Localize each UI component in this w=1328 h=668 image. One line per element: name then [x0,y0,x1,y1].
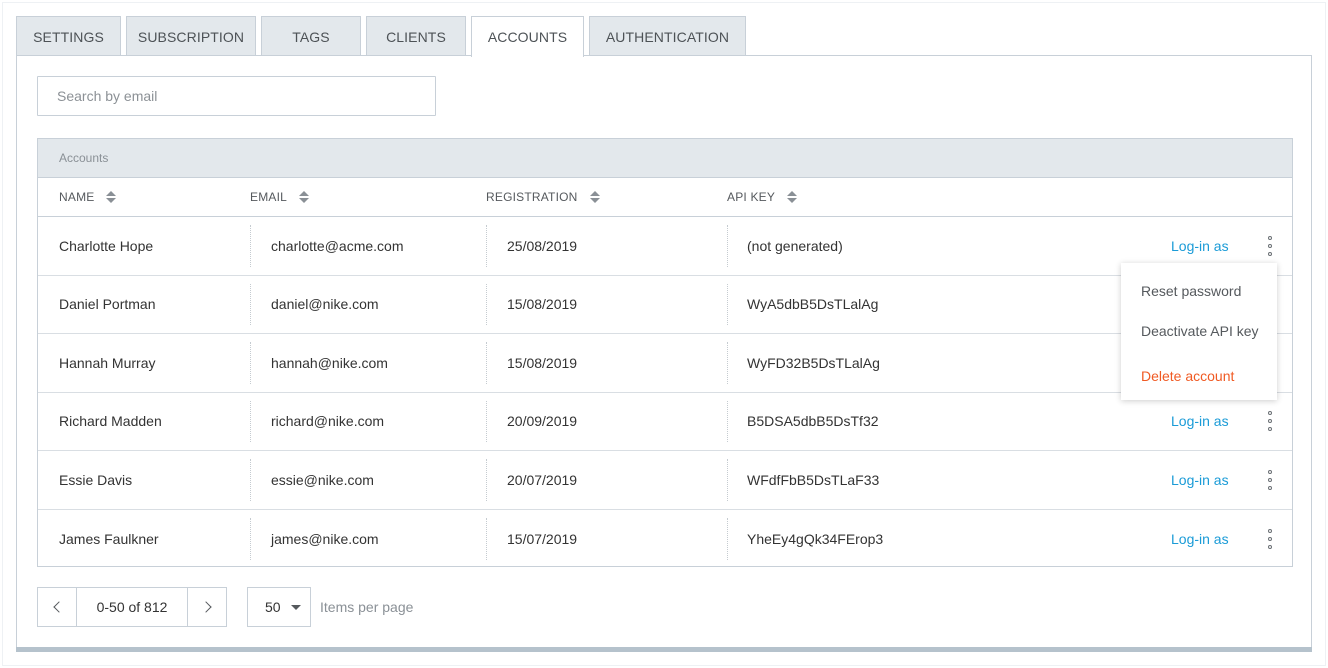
cell-email: daniel@nike.com [250,276,379,334]
items-per-page-label: Items per page [320,599,414,615]
caret-down-icon [290,604,301,610]
cell-email: hannah@nike.com [250,334,388,392]
cell-name: Richard Madden [59,413,162,430]
pagination: 0-50 of 812 [37,587,227,627]
accounts-table: Accounts NAME EMAIL REGISTRATION API KEY [37,138,1293,567]
menu-item-deactivate-api-key[interactable]: Deactivate API key [1121,311,1277,351]
sort-icon[interactable] [106,191,117,203]
cell-name: Daniel Portman [59,296,156,313]
cell-name: Charlotte Hope [59,237,154,254]
more-options-icon[interactable] [1260,468,1280,492]
column-header-label: REGISTRATION [486,190,578,204]
cell-registration: 20/09/2019 [486,393,577,451]
panel-bottom-bar [16,647,1312,652]
cell-registration: 15/07/2019 [486,510,577,569]
cell-registration: 15/08/2019 [486,276,577,334]
table-row: Charlotte Hope charlotte@acme.com 25/08/… [38,217,1292,276]
cell-api-key: WFdfFbB5DsTLaF33 [727,451,879,509]
cell-email: richard@nike.com [250,393,384,451]
table-row: Hannah Murray hannah@nike.com 15/08/2019… [38,334,1292,393]
login-as-link[interactable]: Log-in as [1171,451,1229,509]
column-header-name[interactable]: NAME [59,178,117,216]
cell-name: James Faulkner [59,530,159,547]
more-options-icon[interactable] [1260,527,1280,551]
column-header-email[interactable]: EMAIL [250,178,310,216]
next-page-button[interactable] [187,588,226,626]
chevron-left-icon [52,601,65,613]
menu-item-delete-account[interactable]: Delete account [1121,351,1277,395]
sort-icon[interactable] [299,191,310,203]
table-row: Richard Madden richard@nike.com 20/09/20… [38,393,1292,451]
column-header-registration[interactable]: REGISTRATION [486,178,600,216]
cell-email: essie@nike.com [250,451,374,509]
table-row: Essie Davis essie@nike.com 20/07/2019 WF… [38,451,1292,510]
column-header-label: API KEY [727,190,776,204]
more-options-icon[interactable] [1260,234,1280,258]
cell-registration: 25/08/2019 [486,217,577,275]
cell-registration: 15/08/2019 [486,334,577,392]
chevron-right-icon [199,601,212,613]
items-per-page-value: 50 [265,599,281,615]
more-options-icon[interactable] [1260,409,1280,433]
sort-icon[interactable] [787,191,798,203]
tab-authentication[interactable]: AUTHENTICATION [589,16,746,56]
table-body: Charlotte Hope charlotte@acme.com 25/08/… [38,217,1292,568]
tab-accounts[interactable]: ACCOUNTS [471,16,584,57]
cell-api-key: WyFD32B5DsTLalAg [727,334,880,392]
login-as-link[interactable]: Log-in as [1171,510,1229,569]
page-range: 0-50 of 812 [96,599,168,615]
row-actions-menu: Reset password Deactivate API key Delete… [1121,263,1277,400]
sort-icon[interactable] [589,191,600,203]
cell-name: Hannah Murray [59,354,156,371]
table-caption: Accounts [38,139,1292,178]
column-header-api-key[interactable]: API KEY [727,178,798,216]
table-row: Daniel Portman daniel@nike.com 15/08/201… [38,276,1292,334]
cell-name: Essie Davis [59,471,133,488]
table-header: NAME EMAIL REGISTRATION API KEY [38,178,1292,217]
table-row: James Faulkner james@nike.com 15/07/2019… [38,510,1292,569]
tab-subscription[interactable]: SUBSCRIPTION [126,16,256,56]
cell-email: charlotte@acme.com [250,217,403,275]
cell-api-key: YheEy4gQk34FErop3 [727,510,883,569]
cell-api-key: B5DSA5dbB5DsTf32 [727,393,879,451]
tab-tags[interactable]: TAGS [261,16,361,56]
accounts-panel: Accounts NAME EMAIL REGISTRATION API KEY [16,55,1312,652]
cell-registration: 20/07/2019 [486,451,577,509]
search-input[interactable] [37,76,436,116]
cell-api-key: WyA5dbB5DsTLalAg [727,276,878,334]
tab-settings[interactable]: SETTINGS [16,16,121,56]
cell-api-key: (not generated) [727,217,843,275]
menu-item-reset-password[interactable]: Reset password [1121,271,1277,311]
column-header-label: NAME [59,190,95,204]
cell-email: james@nike.com [250,510,379,569]
prev-page-button[interactable] [38,588,77,626]
tab-clients[interactable]: CLIENTS [366,16,466,56]
login-as-link[interactable]: Log-in as [1171,393,1229,451]
items-per-page-select[interactable]: 50 [247,587,311,627]
column-header-label: EMAIL [250,190,288,204]
